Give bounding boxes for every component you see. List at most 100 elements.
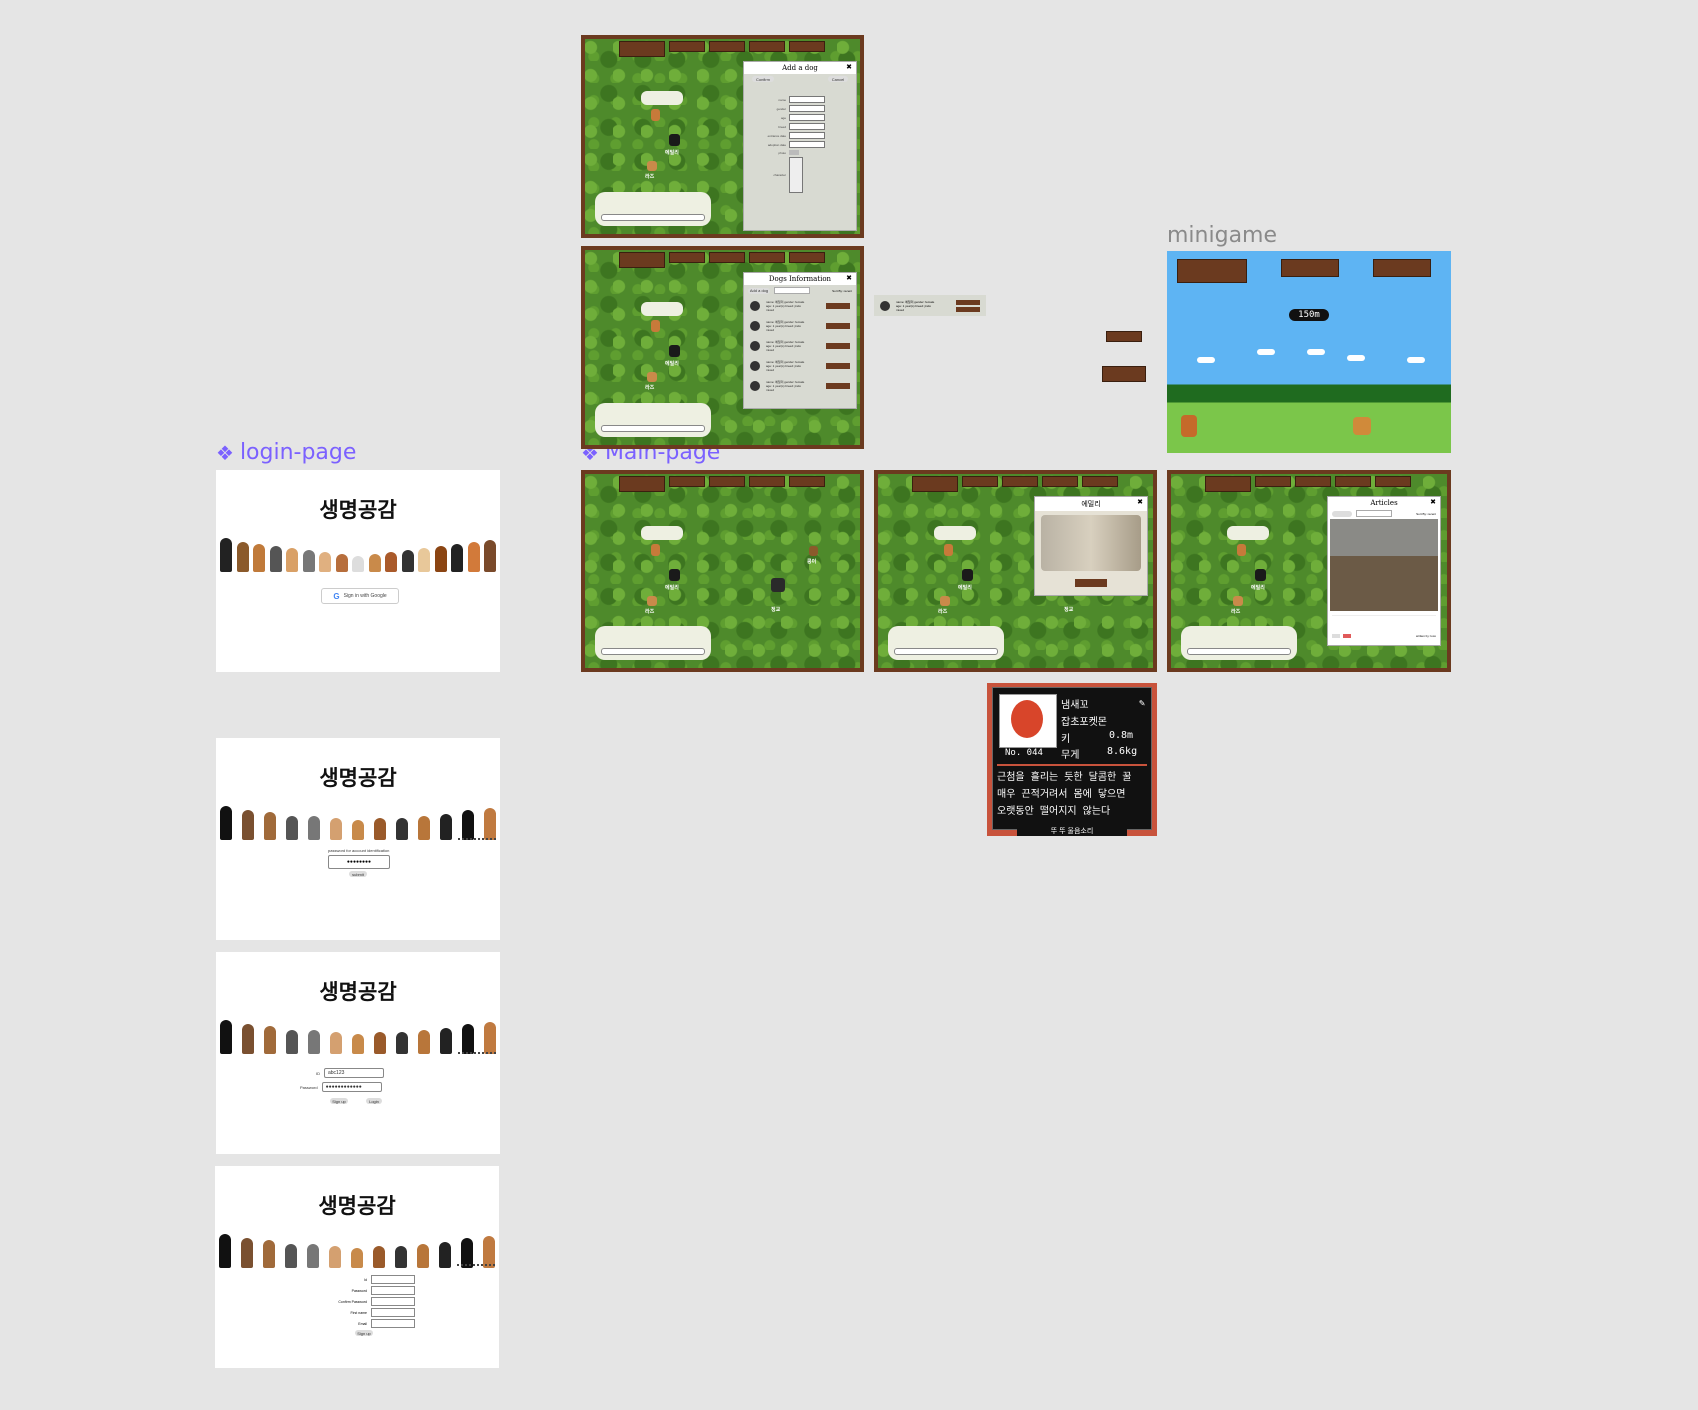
- dog-detail-button[interactable]: [1075, 579, 1107, 587]
- chat-input[interactable]: [1187, 648, 1291, 655]
- nav-item[interactable]: [1335, 476, 1371, 487]
- minigame-button[interactable]: [1281, 259, 1339, 277]
- nav-item[interactable]: [669, 41, 705, 52]
- cancel-button[interactable]: Cancel: [828, 76, 848, 82]
- nav-item[interactable]: [709, 252, 745, 263]
- close-icon[interactable]: ✖: [846, 63, 852, 71]
- dog-sprite[interactable]: [647, 372, 657, 382]
- dog-sprite[interactable]: [1255, 569, 1266, 581]
- nav-button-component[interactable]: [1106, 331, 1142, 342]
- pen-icon[interactable]: ✎: [1139, 698, 1145, 709]
- form-input[interactable]: [789, 123, 825, 130]
- write-article-button[interactable]: [1332, 510, 1352, 517]
- dog-sprite[interactable]: [1233, 596, 1243, 606]
- nav-item[interactable]: [1295, 476, 1331, 487]
- nav-user[interactable]: [619, 41, 665, 57]
- add-dog-button[interactable]: Add a dog: [748, 287, 770, 294]
- password-input[interactable]: ●●●●●●●●●●●●: [321, 1082, 382, 1092]
- nav-item[interactable]: [709, 476, 745, 487]
- nav-item[interactable]: [1375, 476, 1411, 487]
- signup-input[interactable]: [371, 1319, 415, 1328]
- login-title: 생명공감: [319, 498, 397, 522]
- main-articles-frame: 에밀리 라즈 Articles ✖ Sort By: recent written…: [1167, 470, 1451, 672]
- photo-upload-button[interactable]: [789, 150, 799, 155]
- signup-input[interactable]: [371, 1275, 415, 1284]
- nav-item[interactable]: [1042, 476, 1078, 487]
- close-icon[interactable]: ✖: [846, 274, 852, 282]
- close-icon[interactable]: ✖: [1137, 498, 1143, 506]
- delete-button[interactable]: [1343, 634, 1351, 638]
- dog-sprite[interactable]: [809, 546, 818, 556]
- sort-dropdown[interactable]: Sort By: recent: [832, 289, 852, 293]
- nav-item[interactable]: [1255, 476, 1291, 487]
- nav-item[interactable]: [1082, 476, 1118, 487]
- dog-sprite[interactable]: [962, 569, 973, 581]
- nav-item[interactable]: [749, 476, 785, 487]
- dog-sprite[interactable]: [647, 161, 657, 171]
- nav-item[interactable]: [669, 476, 705, 487]
- chat-input[interactable]: [601, 425, 705, 432]
- password-input[interactable]: ●●●●●●●●: [328, 855, 390, 869]
- signup-input[interactable]: [371, 1308, 415, 1317]
- dog-detail-button[interactable]: [826, 343, 850, 349]
- dog-detail-button[interactable]: [826, 303, 850, 309]
- nav-item[interactable]: [749, 252, 785, 263]
- id-input[interactable]: abc123: [324, 1068, 384, 1078]
- signup-input[interactable]: [371, 1297, 415, 1306]
- dog-list-item[interactable]: name: 에밀리 gender: female age: 1 year(s) …: [744, 356, 856, 376]
- dog-edit-button[interactable]: [956, 299, 980, 305]
- dog-sprite[interactable]: [669, 569, 680, 581]
- form-input[interactable]: [789, 141, 825, 148]
- nav-item[interactable]: [1002, 476, 1038, 487]
- search-input[interactable]: [774, 287, 810, 294]
- login-button[interactable]: Login: [366, 1098, 382, 1104]
- dog-list-item[interactable]: name: 에밀리 gender: female age: 1 year(s) …: [744, 296, 856, 316]
- character-picker[interactable]: [789, 157, 803, 193]
- form-input[interactable]: [789, 96, 825, 103]
- signup-input[interactable]: [371, 1286, 415, 1295]
- nav-item[interactable]: [789, 41, 825, 52]
- dog-detail-button[interactable]: [826, 363, 850, 369]
- nav-user[interactable]: [619, 252, 665, 268]
- like-button[interactable]: [1332, 634, 1340, 638]
- dog-list-item[interactable]: name: 에밀리 gender: female age: 1 year(s) …: [744, 376, 856, 396]
- password-submit-button[interactable]: submit: [349, 871, 367, 877]
- signup-button[interactable]: Sign up: [330, 1098, 348, 1104]
- nav-button-component-wide[interactable]: [1102, 366, 1146, 382]
- dog-delete-button[interactable]: [956, 306, 980, 312]
- dog-sprite[interactable]: [940, 596, 950, 606]
- chat-input[interactable]: [894, 648, 998, 655]
- signup-submit-button[interactable]: Sign up: [355, 1330, 373, 1336]
- form-input[interactable]: [789, 105, 825, 112]
- dog-sprite[interactable]: [647, 596, 657, 606]
- dog-sprite[interactable]: [669, 134, 680, 146]
- dog-list-item[interactable]: name: 에밀리 gender: female age: 1 year(s) …: [744, 336, 856, 356]
- nav-user[interactable]: [619, 476, 665, 492]
- dog-sprite[interactable]: [771, 578, 785, 592]
- confirm-button[interactable]: Confirm: [752, 76, 774, 82]
- nav-item[interactable]: [962, 476, 998, 487]
- login-frame-google[interactable]: 생명공감 G Sign in with Google: [216, 470, 500, 672]
- nav-item[interactable]: [789, 252, 825, 263]
- sort-dropdown[interactable]: Sort By: recent: [1416, 512, 1436, 516]
- chat-input[interactable]: [601, 648, 705, 655]
- dog-name: 라즈: [645, 609, 655, 615]
- form-input[interactable]: [789, 114, 825, 121]
- search-input[interactable]: [1356, 510, 1392, 517]
- nav-item[interactable]: [789, 476, 825, 487]
- nav-item[interactable]: [749, 41, 785, 52]
- nav-item[interactable]: [669, 252, 705, 263]
- minigame-exit-button[interactable]: [1373, 259, 1431, 277]
- dog-sprite[interactable]: [669, 345, 680, 357]
- form-input[interactable]: [789, 132, 825, 139]
- google-signin-button[interactable]: G Sign in with Google: [321, 588, 399, 604]
- nav-user[interactable]: [1205, 476, 1251, 492]
- chat-input[interactable]: [601, 214, 705, 221]
- pokemon-sprite: [1011, 700, 1043, 738]
- dog-detail-button[interactable]: [826, 383, 850, 389]
- nav-user[interactable]: [912, 476, 958, 492]
- close-icon[interactable]: ✖: [1430, 498, 1436, 506]
- dog-detail-button[interactable]: [826, 323, 850, 329]
- nav-item[interactable]: [709, 41, 745, 52]
- dog-list-item[interactable]: name: 에밀리 gender: female age: 1 year(s) …: [744, 316, 856, 336]
